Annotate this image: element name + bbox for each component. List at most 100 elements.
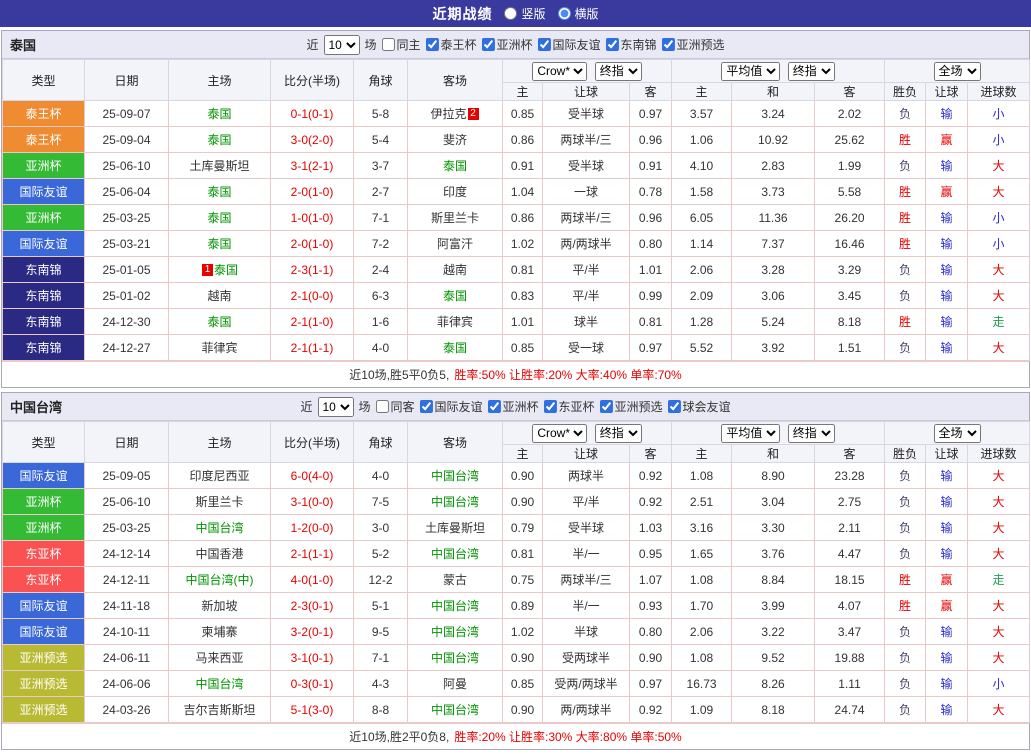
odds-home: 0.90	[502, 488, 543, 515]
final-odds-select[interactable]: 终指	[594, 423, 642, 443]
odds-away: 0.93	[628, 592, 673, 619]
sub-header-odds-home: 主	[502, 444, 543, 463]
bookmaker-select[interactable]: Crow*	[532, 423, 588, 443]
sub-header-avg-away: 客	[814, 82, 886, 101]
vertical-radio[interactable]	[504, 7, 518, 20]
league-filter-checkbox[interactable]: 亚洲预选	[599, 398, 663, 415]
avg-away: 1.99	[814, 152, 886, 179]
away-team: 蒙古	[407, 566, 503, 593]
same-venue-input[interactable]	[375, 400, 389, 413]
match-type-badge: 东南锦	[2, 308, 85, 335]
avg-away: 23.28	[814, 462, 886, 489]
league-filter-checkbox[interactable]: 亚洲杯	[487, 398, 539, 415]
result-outcome: 负	[884, 256, 927, 283]
match-date: 24-12-14	[84, 540, 169, 567]
result-outcome: 负	[884, 488, 927, 515]
bookmaker-select[interactable]: Crow*	[532, 61, 588, 81]
league-filter-checkbox[interactable]: 东亚杯	[543, 398, 595, 415]
team-label: 越南	[207, 289, 232, 303]
league-filter-checkbox[interactable]: 亚洲杯	[481, 36, 533, 53]
avg-home: 1.58	[671, 178, 733, 205]
handicap-line: 平/半	[542, 488, 630, 515]
result-handicap: 输	[925, 540, 969, 567]
match-score: 3-2(0-1)	[270, 618, 354, 645]
vertical-radio-label: 竖版	[521, 7, 546, 21]
home-team: 中国台湾	[168, 670, 271, 697]
sub-header-avg-draw: 和	[731, 82, 816, 101]
odds-home: 0.85	[502, 670, 543, 697]
avg-home: 2.09	[671, 282, 733, 309]
avg-away: 4.47	[814, 540, 886, 567]
home-team: 马来西亚	[168, 644, 271, 671]
layout-horizontal-option[interactable]: 横版	[557, 5, 599, 22]
final-odds-select-2[interactable]: 终指	[787, 423, 835, 443]
away-team: 土库曼斯坦	[407, 514, 503, 541]
home-team: 新加坡	[168, 592, 271, 619]
match-count-select[interactable]: 10	[317, 396, 354, 417]
home-team: 泰国	[168, 230, 271, 257]
result-outcome: 负	[884, 696, 927, 723]
match-date: 24-06-06	[84, 670, 169, 697]
avg-away: 24.74	[814, 696, 886, 723]
avg-home: 1.70	[671, 592, 733, 619]
league-filter-checkbox[interactable]: 球会友谊	[667, 398, 731, 415]
avg-draw: 3.24	[731, 100, 816, 127]
corner-count: 4-0	[353, 334, 408, 361]
league-filter-checkbox[interactable]: 泰王杯	[425, 36, 477, 53]
avg-draw: 9.52	[731, 644, 816, 671]
match-type-badge: 国际友谊	[2, 178, 85, 205]
odds-away: 0.97	[628, 100, 673, 127]
horizontal-radio[interactable]	[557, 7, 571, 20]
sub-header-odds-away: 客	[628, 82, 673, 101]
result-goals: 大	[967, 178, 1031, 205]
match-date: 24-11-18	[84, 592, 169, 619]
corner-count: 7-1	[353, 204, 408, 231]
handicap-line: 半/一	[542, 592, 630, 619]
result-outcome: 胜	[884, 178, 927, 205]
final-odds-select-2[interactable]: 终指	[787, 61, 835, 81]
result-handicap: 赢	[925, 592, 969, 619]
same-venue-checkbox[interactable]: 同主	[381, 36, 420, 53]
sub-header-avg-away: 客	[814, 444, 886, 463]
match-count-select[interactable]: 10	[323, 34, 360, 55]
section-header-bar: 泰国 近 10 场 同主 泰王杯 亚洲杯 国际友谊 东南锦 亚洲预选	[2, 31, 1029, 59]
home-team: 土库曼斯坦	[168, 152, 271, 179]
summary-rates: 胜率:20% 让胜率:30% 大率:80% 单率:50%	[454, 730, 682, 744]
layout-vertical-option[interactable]: 竖版	[504, 5, 546, 22]
sub-header-avg-home: 主	[671, 444, 733, 463]
odds-home: 0.81	[502, 256, 543, 283]
league-filter-checkbox[interactable]: 国际友谊	[419, 398, 483, 415]
average-select[interactable]: 平均值	[721, 423, 781, 443]
league-filter-checkbox[interactable]: 东南锦	[605, 36, 657, 53]
team-section-thailand: 泰国 近 10 场 同主 泰王杯 亚洲杯 国际友谊 东南锦 亚洲预选 类型 日期…	[1, 30, 1031, 388]
team-label: 中国台湾	[430, 469, 479, 483]
avg-away: 3.29	[814, 256, 886, 283]
odds-home: 1.02	[502, 230, 543, 257]
match-score: 2-1(1-1)	[270, 334, 354, 361]
same-venue-checkbox[interactable]: 同客	[375, 398, 414, 415]
team-label: 菲律宾	[201, 341, 238, 355]
result-handicap: 输	[925, 100, 969, 127]
league-filter-checkbox[interactable]: 亚洲预选	[661, 36, 725, 53]
avg-draw: 11.36	[731, 204, 816, 231]
result-goals: 大	[967, 514, 1031, 541]
filter-bar: 近 10 场 同主 泰王杯 亚洲杯 国际友谊 东南锦 亚洲预选	[306, 34, 725, 55]
result-outcome: 负	[884, 282, 927, 309]
scope-select[interactable]: 全场	[933, 423, 981, 443]
same-venue-input[interactable]	[381, 38, 395, 51]
average-select[interactable]: 平均值	[721, 61, 781, 81]
home-team: 泰国	[168, 178, 271, 205]
result-goals: 走	[967, 308, 1031, 335]
handicap-line: 两球半/三	[542, 204, 630, 231]
odds-home: 1.02	[502, 618, 543, 645]
corner-count: 4-3	[353, 670, 408, 697]
scope-select[interactable]: 全场	[933, 61, 981, 81]
match-row: 东亚杯 24-12-14 中国香港 2-1(1-1) 5-2 中国台湾 0.81 半/一 0.9…	[2, 540, 1031, 567]
final-odds-select[interactable]: 终指	[594, 61, 642, 81]
odds-home: 0.90	[502, 696, 543, 723]
match-row: 东南锦 24-12-27 菲律宾 2-1(1-1) 4-0 泰国 0.85 受一球 0.97 5.…	[2, 334, 1031, 361]
league-filter-checkbox[interactable]: 国际友谊	[537, 36, 601, 53]
avg-home: 2.51	[671, 488, 733, 515]
corner-count: 12-2	[353, 566, 408, 593]
match-type-badge: 亚洲杯	[2, 152, 85, 179]
